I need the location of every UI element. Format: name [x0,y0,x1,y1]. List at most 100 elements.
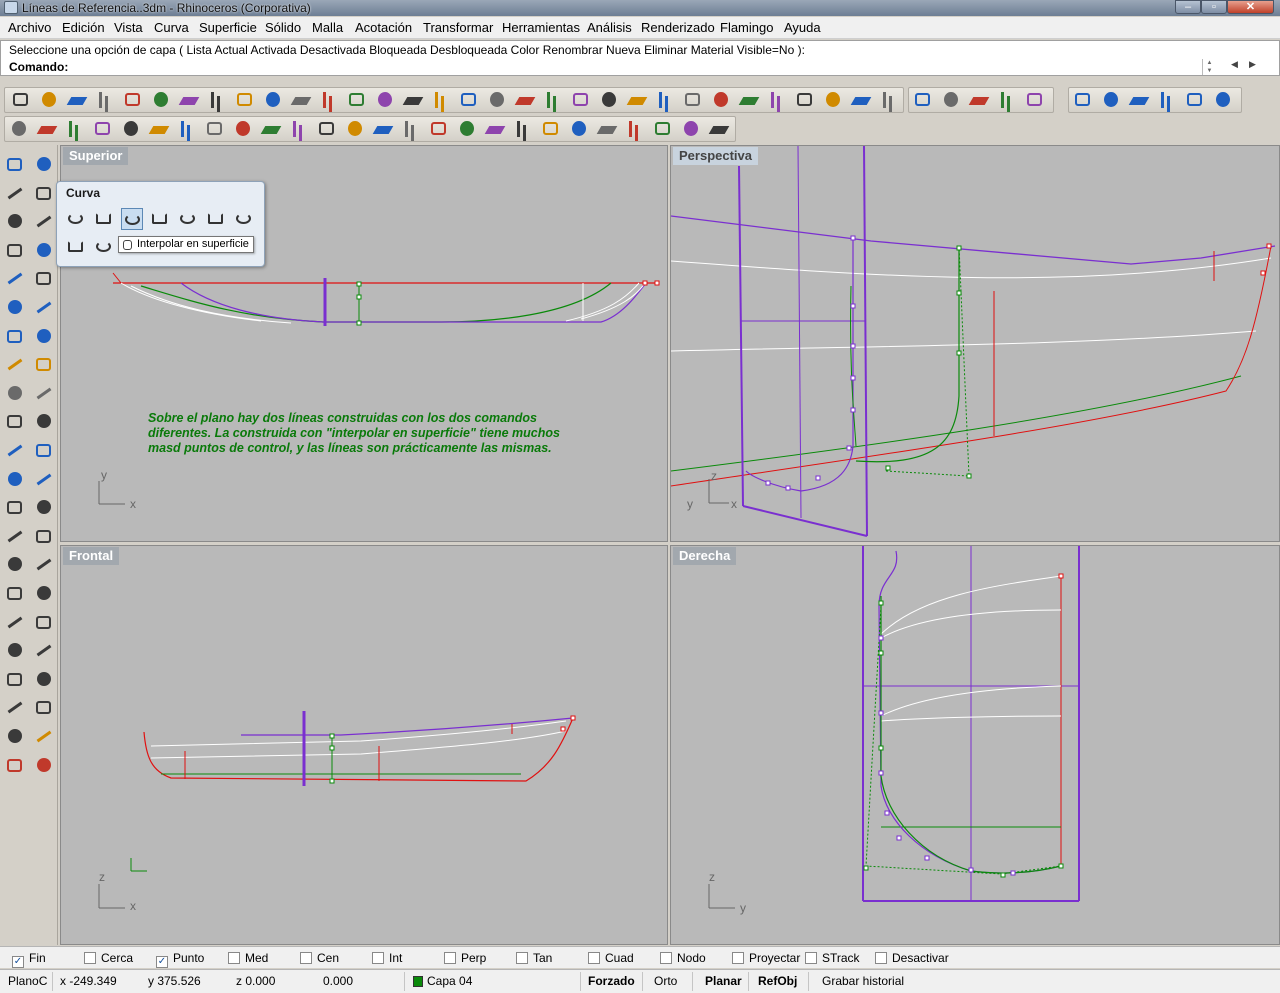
osnap-checkbox[interactable] [444,952,456,964]
status-cplane[interactable]: PlanoC [8,974,47,988]
osnap-cen[interactable]: Cen [300,951,339,965]
viewport-derecha[interactable]: z y Derecha [670,545,1280,945]
status-snap-toggle[interactable]: Forzado [588,974,635,988]
osnap-checkbox[interactable] [84,952,96,964]
curve-icon[interactable] [32,182,56,206]
block-icon[interactable] [3,496,27,520]
paste-icon[interactable] [206,89,228,111]
menu-malla[interactable]: Malla [312,20,343,35]
viewport-perspectiva-title[interactable]: Perspectiva [673,147,758,165]
surface-icon[interactable] [3,296,27,320]
osnap-punto[interactable]: ✓ Punto [156,951,204,968]
surface-tool-icon[interactable] [484,118,506,140]
pan-icon[interactable] [262,89,284,111]
extrude-icon[interactable] [3,353,27,377]
settings-gear-icon[interactable] [968,89,990,111]
car-icon[interactable] [486,89,508,111]
command-history-scroll[interactable]: ▲ ▼ [1202,59,1216,75]
menu-transformar[interactable]: Transformar [423,20,493,35]
loft-icon[interactable] [32,296,56,320]
osnap-checkbox[interactable]: ✓ [156,956,168,968]
control-point-curve-icon[interactable] [149,208,171,230]
gumball-icon[interactable] [3,439,27,463]
circle-curve-icon[interactable] [205,208,227,230]
handle-curve-icon[interactable] [65,236,87,258]
viewport-superior-title[interactable]: Superior [63,147,129,165]
command-input[interactable] [71,59,1201,74]
surface-tool-icon[interactable] [64,118,86,140]
options-icon[interactable] [850,89,872,111]
minimize-button[interactable]: – [1175,0,1201,14]
osnap-checkbox[interactable] [228,952,240,964]
status-osnap-toggle[interactable]: RefObj [758,974,797,988]
print-icon[interactable] [94,89,116,111]
materials-icon[interactable] [32,696,56,720]
text-icon[interactable] [3,468,27,492]
render-icon[interactable] [32,525,56,549]
materials-icon[interactable] [598,89,620,111]
rotate-view-icon[interactable] [318,89,340,111]
interp-curve-icon[interactable] [65,208,87,230]
layer-icon[interactable] [32,754,56,778]
align-icon[interactable] [32,668,56,692]
cylinder-icon[interactable] [1072,89,1094,111]
select-arrow-icon[interactable] [3,153,27,177]
polyline-icon[interactable] [3,182,27,206]
zebra-icon[interactable] [32,725,56,749]
surface-tool-icon[interactable] [512,118,534,140]
point-icon[interactable] [32,153,56,177]
import-icon[interactable] [122,89,144,111]
surface-tool-icon[interactable] [456,118,478,140]
zoom-selected-icon[interactable] [430,89,452,111]
status-history-toggle[interactable]: Grabar historial [822,974,904,988]
sphere-icon[interactable] [1212,89,1234,111]
surface-tool-icon[interactable] [260,118,282,140]
osnap-checkbox[interactable] [516,952,528,964]
osnap-med[interactable]: Med [228,951,268,965]
torus-icon[interactable] [1156,89,1178,111]
box-3d-icon[interactable] [996,89,1018,111]
draft-angle-icon[interactable] [3,725,27,749]
construction-plane-icon[interactable] [940,89,962,111]
shade-icon[interactable] [738,89,760,111]
viewport-derecha-title[interactable]: Derecha [673,547,737,565]
split-icon[interactable] [32,639,56,663]
viewport-derecha-canvas[interactable]: z y [671,546,1280,945]
surface-tool-icon[interactable] [204,118,226,140]
surface-tool-icon[interactable] [624,118,646,140]
sun-icon[interactable] [822,89,844,111]
menu-edicion[interactable]: Edición [62,20,105,35]
menu-archivo[interactable]: Archivo [8,20,51,35]
layout-icon[interactable] [32,496,56,520]
grid-icon[interactable] [458,89,480,111]
rectangle-curve-icon[interactable] [93,208,115,230]
trim-icon[interactable] [3,639,27,663]
pipe-icon[interactable] [1184,89,1206,111]
menu-renderizado[interactable]: Renderizado [641,20,715,35]
zoom-extents-icon[interactable] [402,89,424,111]
surface-tool-icon[interactable] [568,118,590,140]
status-layer[interactable]: Capa 04 [427,974,472,988]
rectangle-icon[interactable] [32,239,56,263]
layer-color-swatch[interactable] [413,976,423,987]
open-file-icon[interactable] [38,89,60,111]
properties-icon[interactable] [626,89,648,111]
surface-tool-icon[interactable] [316,118,338,140]
render-icon[interactable] [514,89,536,111]
undo-icon[interactable] [234,89,256,111]
layers-icon[interactable] [654,89,676,111]
osnap-cuad[interactable]: Cuad [588,951,634,965]
analysis-icon[interactable] [3,525,27,549]
viewport-frontal-canvas[interactable]: z x [61,546,668,945]
mesh-icon[interactable] [3,410,27,434]
viewport-frontal-title[interactable]: Frontal [63,547,120,565]
osnap-desactivar[interactable]: Desactivar [875,951,949,965]
menu-superficie[interactable]: Superficie [199,20,257,35]
circle-icon[interactable] [3,210,27,234]
arc-icon[interactable] [3,239,27,263]
menu-flamingo[interactable]: Flamingo [720,20,773,35]
arc-curve-icon[interactable] [233,208,255,230]
transform-icon[interactable] [32,410,56,434]
osnap-tan[interactable]: Tan [516,951,552,965]
render-scene-icon[interactable] [912,89,934,111]
